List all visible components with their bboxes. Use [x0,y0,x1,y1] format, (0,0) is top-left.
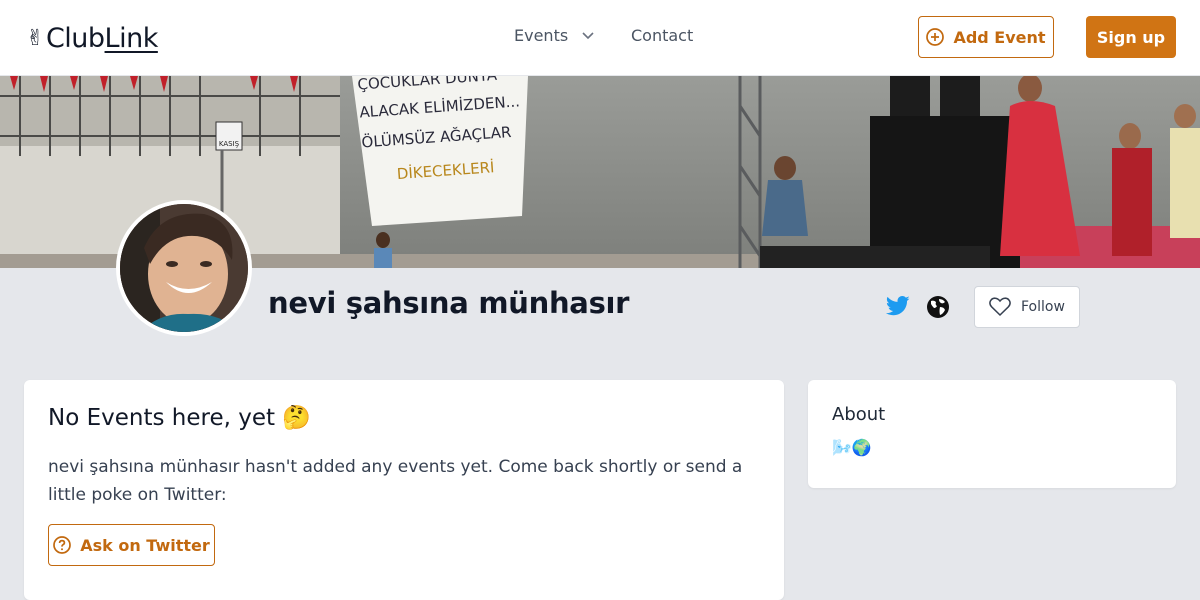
nav-events-label: Events [514,26,569,45]
follow-button[interactable]: Follow [974,286,1080,328]
about-text: 🌬️🌍 [832,438,872,457]
events-card: No Events here, yet 🤔 nevi şahsına münha… [24,380,784,600]
plus-circle-icon [926,28,945,46]
logo-text-club: Club [45,22,105,54]
about-card: About 🌬️🌍 [808,380,1176,488]
no-events-heading: No Events here, yet 🤔 [48,405,311,431]
heart-icon [989,297,1011,317]
clublink-logo[interactable]: ✌ Club Link [26,20,158,56]
top-navbar: ✌ Club Link Events Contact Add Event Sign… [0,0,1200,76]
add-event-label: Add Event [953,27,1046,47]
logo-text-link: Link [104,22,159,54]
about-heading: About [832,404,886,425]
ask-on-twitter-button[interactable]: Ask on Twitter [48,524,215,566]
question-circle-icon [53,536,72,554]
avatar-photo [120,204,248,332]
svg-text:KASIŞ: KASIŞ [219,140,240,148]
ask-on-twitter-label: Ask on Twitter [80,535,210,555]
nav-events-dropdown[interactable]: Events [514,26,594,45]
sign-up-button[interactable]: Sign up [1086,16,1176,58]
chevron-down-icon [582,31,594,39]
nav-contact-link[interactable]: Contact [631,26,693,45]
add-event-button[interactable]: Add Event [918,16,1054,58]
globe-icon[interactable] [926,295,950,319]
twitter-icon[interactable] [886,296,910,316]
follow-label: Follow [1021,299,1065,315]
no-events-message: nevi şahsına münhasır hasn't added any e… [48,457,743,505]
profile-name: nevi şahsına münhasır [268,286,630,320]
victory-hand-icon: ✌ [26,25,44,51]
profile-avatar [116,200,252,336]
